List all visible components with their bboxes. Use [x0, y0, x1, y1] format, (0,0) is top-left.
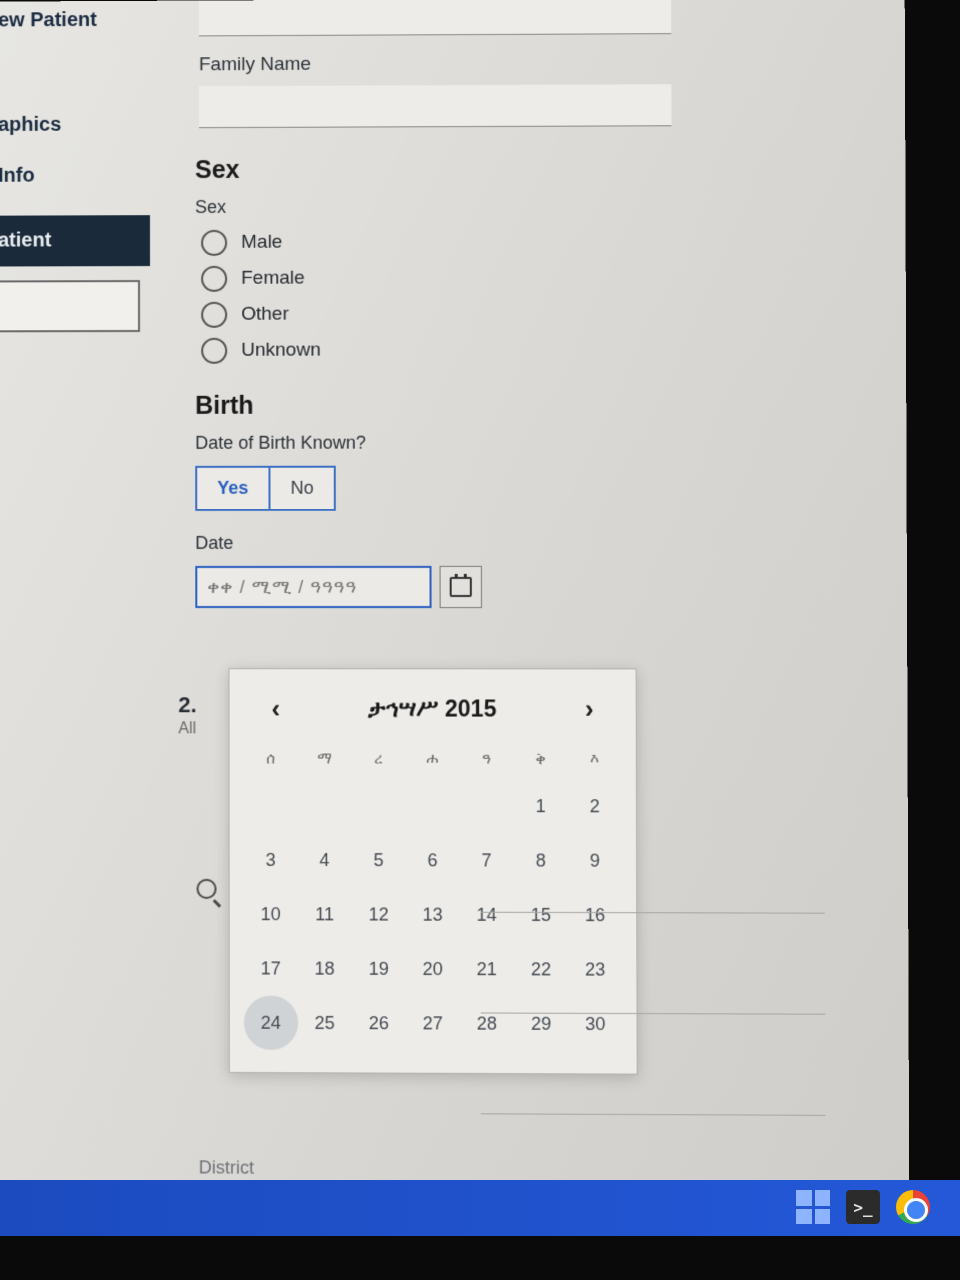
step-all: All — [178, 720, 196, 738]
radio-label: Unknown — [241, 340, 321, 362]
dow-cell: ሰ — [244, 738, 298, 778]
radio-label: Male — [241, 232, 282, 254]
day-cell[interactable]: 25 — [298, 996, 352, 1051]
sidebar-item-info[interactable]: Info — [0, 150, 150, 201]
day-cell[interactable]: 13 — [406, 887, 460, 942]
family-name-label: Family Name — [199, 52, 708, 76]
dow-cell: ረ — [351, 739, 405, 779]
day-cell[interactable]: 5 — [352, 833, 406, 887]
step-number: 2. — [178, 692, 196, 718]
day-cell — [459, 779, 513, 833]
day-cell[interactable]: 3 — [244, 833, 298, 887]
day-cell[interactable]: 21 — [460, 942, 514, 997]
day-cell[interactable]: 14 — [460, 888, 514, 943]
next-month-button[interactable]: › — [569, 694, 610, 725]
day-cell[interactable]: 24 — [244, 996, 298, 1051]
day-cell — [244, 779, 298, 833]
day-cell[interactable]: 30 — [568, 997, 622, 1052]
day-cell[interactable]: 27 — [406, 996, 460, 1051]
radio-icon — [201, 338, 227, 364]
family-name-input[interactable] — [199, 84, 672, 128]
day-cell[interactable]: 16 — [568, 888, 622, 943]
calendar-button[interactable] — [440, 566, 482, 608]
no-button[interactable]: No — [271, 466, 336, 511]
birth-heading: Birth — [195, 391, 709, 421]
dob-known-label: Date of Birth Known? — [195, 432, 709, 454]
day-cell[interactable]: 7 — [460, 833, 514, 887]
day-cell[interactable]: 9 — [568, 833, 622, 888]
sidebar-item-new-patient[interactable]: ew Patient — [0, 0, 150, 46]
radio-icon — [201, 302, 227, 328]
day-cell — [405, 779, 459, 833]
district-label: District — [199, 1157, 254, 1178]
dow-cell: ዓ — [459, 739, 513, 779]
sex-heading: Sex — [195, 154, 708, 185]
day-cell[interactable]: 15 — [514, 888, 568, 943]
calendar-icon — [450, 577, 472, 597]
sidebar-input-box[interactable] — [0, 280, 140, 332]
radio-icon — [201, 266, 227, 292]
day-cell[interactable]: 4 — [298, 833, 352, 887]
day-cell[interactable]: 28 — [460, 996, 514, 1051]
radio-other[interactable]: Other — [195, 301, 708, 328]
day-cell[interactable]: 23 — [568, 942, 622, 997]
sidebar: ew Patient aphics Info atient — [0, 0, 150, 332]
dow-cell: ቅ — [513, 739, 567, 779]
date-label: Date — [195, 533, 709, 554]
search-icon[interactable] — [197, 879, 217, 899]
radio-label: Female — [241, 268, 305, 290]
day-cell[interactable]: 12 — [352, 887, 406, 941]
dob-known-toggle: Yes No — [195, 465, 709, 511]
day-cell — [298, 779, 352, 833]
sidebar-item-patient[interactable]: atient — [0, 215, 150, 266]
radio-female[interactable]: Female — [195, 264, 708, 291]
dow-cell: እ — [568, 739, 622, 779]
day-cell[interactable]: 19 — [352, 942, 406, 997]
radio-unknown[interactable]: Unknown — [195, 337, 708, 364]
day-cell[interactable]: 1 — [513, 779, 567, 833]
terminal-icon[interactable]: >_ — [846, 1190, 880, 1224]
day-cell[interactable]: 6 — [405, 833, 459, 887]
day-cell[interactable]: 26 — [352, 996, 406, 1051]
dow-cell: ሐ — [405, 739, 459, 779]
main-form: Family Name Sex Sex Male Female Other Un… — [195, 0, 709, 608]
day-cell[interactable]: 29 — [514, 996, 568, 1051]
step-indicator: 2. All — [178, 692, 196, 738]
day-cell[interactable]: 17 — [244, 941, 298, 995]
day-cell[interactable]: 10 — [244, 887, 298, 941]
sidebar-item-demographics[interactable]: aphics — [0, 99, 150, 150]
prev-month-button[interactable]: ‹ — [256, 693, 296, 724]
name-input[interactable] — [199, 0, 671, 36]
day-cell[interactable]: 8 — [514, 833, 568, 888]
yes-button[interactable]: Yes — [195, 466, 270, 511]
dow-cell: ማ — [297, 738, 351, 778]
day-cell — [351, 779, 405, 833]
date-input[interactable] — [195, 566, 431, 608]
radio-male[interactable]: Male — [195, 228, 708, 256]
chrome-icon[interactable] — [896, 1190, 930, 1224]
day-cell[interactable]: 11 — [298, 887, 352, 941]
radio-icon — [201, 230, 227, 256]
datepicker-title[interactable]: ታኅሣሥ 2015 — [368, 695, 496, 722]
sex-sublabel: Sex — [195, 195, 708, 218]
day-cell[interactable]: 20 — [406, 942, 460, 997]
day-cell[interactable]: 18 — [298, 941, 352, 996]
radio-label: Other — [241, 304, 289, 326]
start-icon[interactable] — [796, 1190, 830, 1224]
taskbar: >_ — [0, 1180, 960, 1236]
day-cell[interactable]: 22 — [514, 942, 568, 997]
day-cell[interactable]: 2 — [568, 779, 622, 833]
